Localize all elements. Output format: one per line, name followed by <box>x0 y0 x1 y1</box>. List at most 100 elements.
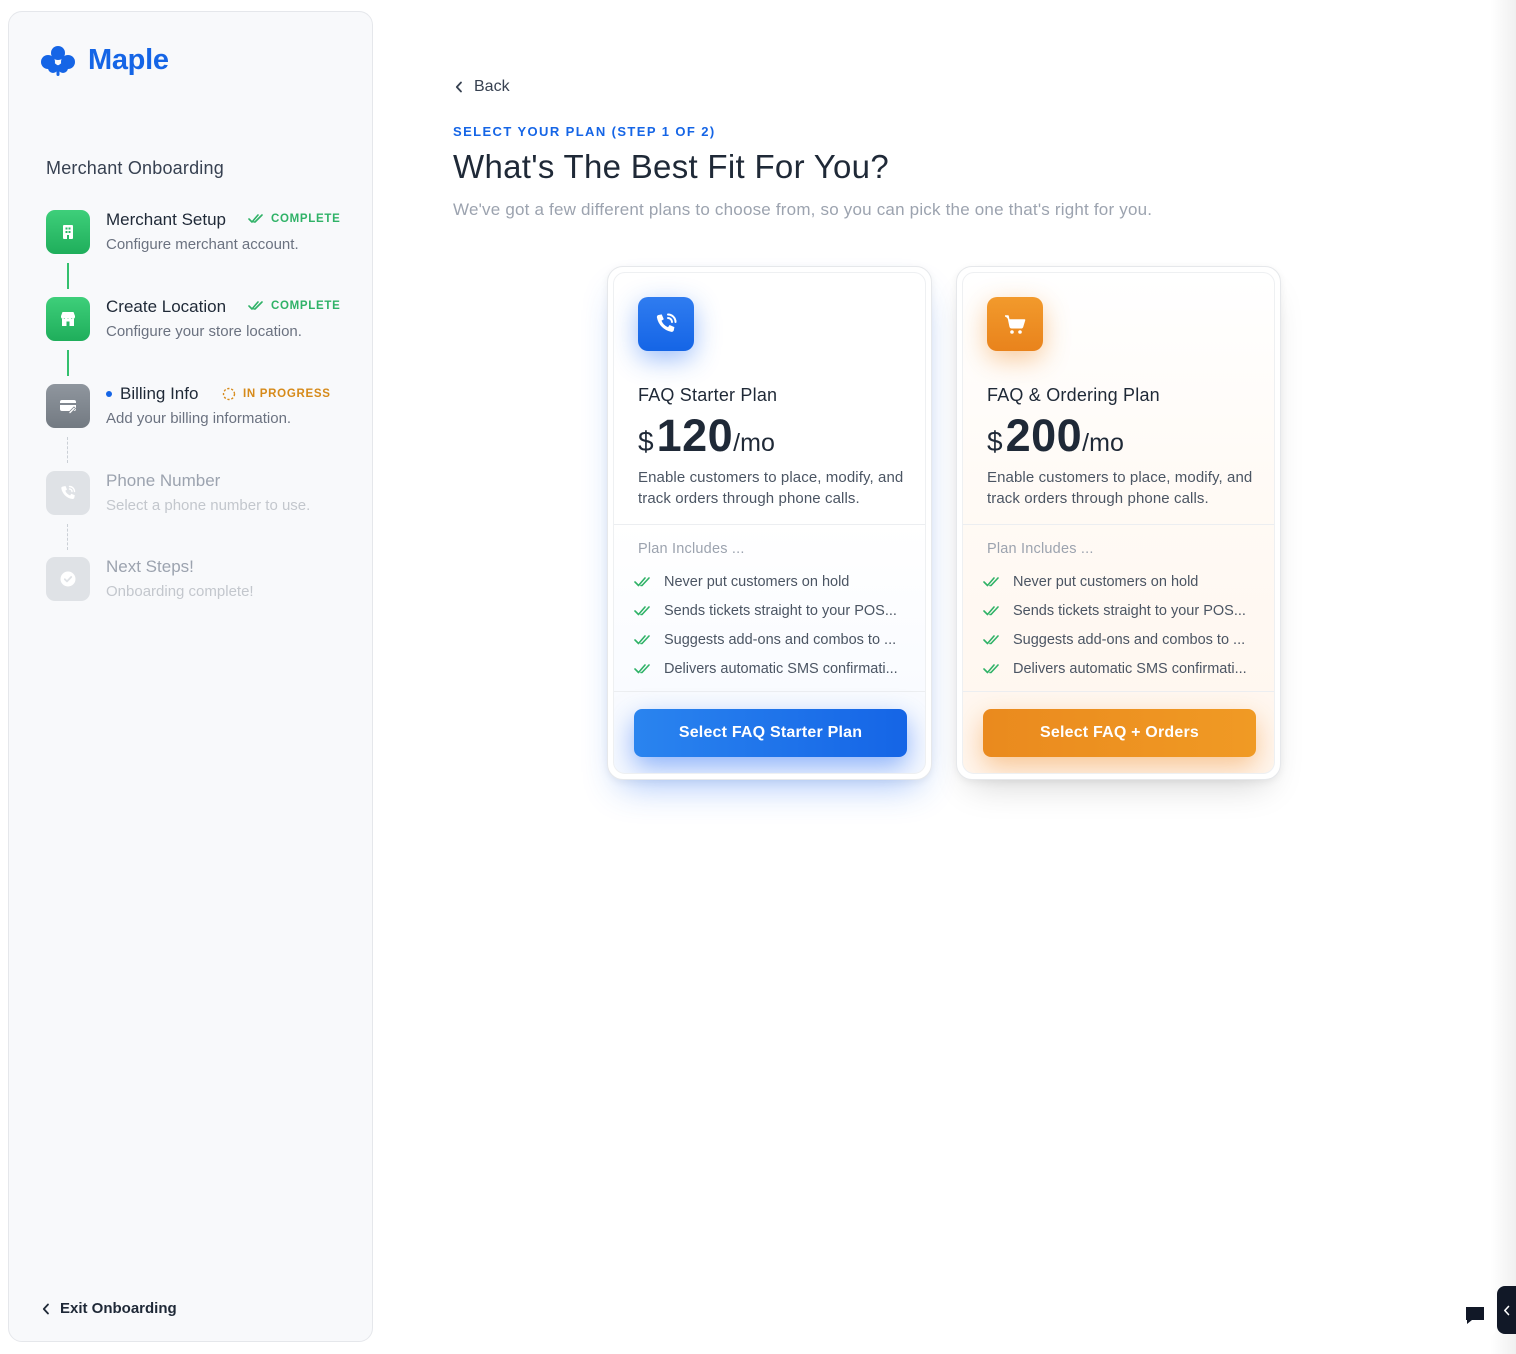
divider <box>614 524 925 525</box>
feature-item: Delivers automatic SMS confirmati... <box>634 654 898 683</box>
feature-text: Suggests add-ons and combos to ... <box>664 631 897 648</box>
side-panel-toggle[interactable] <box>1497 1286 1516 1334</box>
step-name-label: Billing Info <box>120 384 199 403</box>
step-eyebrow: SELECT YOUR PLAN (STEP 1 OF 2) <box>453 124 716 139</box>
plan-card-body: FAQ & Ordering Plan $ 200 /mo Enable cus… <box>962 272 1275 774</box>
billing-card-icon <box>46 384 90 428</box>
step-name: Billing Info <box>106 384 198 404</box>
double-check-icon <box>983 576 999 586</box>
chevron-left-icon <box>42 1303 49 1314</box>
plan-name: FAQ & Ordering Plan <box>987 385 1160 405</box>
step-merchant-setup[interactable]: Merchant Setup COMPLETE Configure mercha… <box>46 210 366 270</box>
edge-shadow <box>1490 0 1516 1354</box>
double-check-icon <box>634 634 650 644</box>
step-billing-info[interactable]: Billing Info IN PROGRESS Add your billin… <box>46 384 366 444</box>
page-subtitle: We've got a few different plans to choos… <box>453 200 1153 219</box>
status-badge: IN PROGRESS <box>222 387 331 401</box>
divider <box>614 691 925 692</box>
plan-includes-label: Plan Includes ... <box>638 541 745 557</box>
double-check-icon <box>983 634 999 644</box>
feature-text: Never put customers on hold <box>1013 573 1199 590</box>
price-amount: 120 <box>656 410 734 461</box>
plan-card-starter: FAQ Starter Plan $ 120 /mo Enable custom… <box>607 266 932 780</box>
feature-item: Never put customers on hold <box>634 567 898 596</box>
page-title: What's The Best Fit For You? <box>453 148 889 185</box>
status-badge: COMPLETE <box>248 213 341 225</box>
step-connector <box>67 437 68 463</box>
feature-text: Sends tickets straight to your POS... <box>1013 602 1246 619</box>
plan-description: Enable customers to place, modify, and t… <box>638 469 904 507</box>
plan-name: FAQ Starter Plan <box>638 385 778 405</box>
step-name: Create Location <box>106 297 227 316</box>
plan-price: $ 200 /mo <box>987 410 1124 462</box>
feature-text: Delivers automatic SMS confirmati... <box>1013 660 1247 677</box>
plan-description: Enable customers to place, modify, and t… <box>987 469 1253 507</box>
step-desc: Add your billing information. <box>106 410 292 427</box>
price-period: /mo <box>1082 429 1124 457</box>
step-connector <box>67 350 69 376</box>
onboarding-sidebar: Maple Merchant Onboarding Merchant Setup… <box>8 11 373 1342</box>
double-check-icon <box>983 605 999 615</box>
price-period: /mo <box>733 429 775 457</box>
plan-price: $ 120 /mo <box>638 410 775 462</box>
feature-item: Delivers automatic SMS confirmati... <box>983 654 1247 683</box>
brand-logo[interactable]: Maple <box>40 44 169 77</box>
step-connector <box>67 263 69 289</box>
plan-card-ordering: FAQ & Ordering Plan $ 200 /mo Enable cus… <box>956 266 1281 780</box>
select-ordering-plan-button[interactable]: Select FAQ + Orders <box>983 709 1256 757</box>
phone-call-icon <box>46 471 90 515</box>
plan-includes-label: Plan Includes ... <box>987 541 1094 557</box>
feature-list: Never put customers on hold Sends ticket… <box>983 567 1247 683</box>
double-check-icon <box>634 605 650 615</box>
feature-text: Never put customers on hold <box>664 573 850 590</box>
step-connector <box>67 524 68 550</box>
back-label: Back <box>474 78 510 95</box>
double-check-icon <box>248 214 263 223</box>
storefront-icon <box>46 297 90 341</box>
feature-item: Suggests add-ons and combos to ... <box>983 625 1247 654</box>
brand-name: Maple <box>88 44 169 76</box>
step-desc: Configure your store location. <box>106 323 302 340</box>
step-next-steps[interactable]: Next Steps! Onboarding complete! <box>46 557 366 617</box>
step-phone-number[interactable]: Phone Number Select a phone number to us… <box>46 471 366 531</box>
feature-text: Sends tickets straight to your POS... <box>664 602 897 619</box>
step-desc: Onboarding complete! <box>106 583 254 600</box>
status-label: IN PROGRESS <box>243 388 331 400</box>
feature-item: Sends tickets straight to your POS... <box>983 596 1247 625</box>
status-label: COMPLETE <box>271 213 341 225</box>
sidebar-title: Merchant Onboarding <box>46 158 224 178</box>
feature-item: Sends tickets straight to your POS... <box>634 596 898 625</box>
phone-call-icon <box>638 297 694 351</box>
shopping-cart-icon <box>987 297 1043 351</box>
chat-bubble-icon <box>1466 1307 1484 1324</box>
feature-item: Suggests add-ons and combos to ... <box>634 625 898 654</box>
status-label: COMPLETE <box>271 300 341 312</box>
divider <box>963 691 1274 692</box>
double-check-icon <box>634 663 650 673</box>
back-button[interactable]: Back <box>455 78 510 96</box>
select-starter-plan-button[interactable]: Select FAQ Starter Plan <box>634 709 907 757</box>
divider <box>963 524 1274 525</box>
double-check-icon <box>983 663 999 673</box>
maple-leaf-icon <box>41 45 75 76</box>
feature-item: Never put customers on hold <box>983 567 1247 596</box>
exit-onboarding-link[interactable]: Exit Onboarding <box>42 1300 177 1317</box>
step-create-location[interactable]: Create Location COMPLETE Configure your … <box>46 297 366 357</box>
exit-label: Exit Onboarding <box>60 1300 177 1317</box>
chevron-left-icon <box>455 81 462 93</box>
feature-list: Never put customers on hold Sends ticket… <box>634 567 898 683</box>
building-icon <box>46 210 90 254</box>
price-amount: 200 <box>1005 410 1083 461</box>
plan-card-body: FAQ Starter Plan $ 120 /mo Enable custom… <box>613 272 926 774</box>
check-circle-icon <box>46 557 90 601</box>
step-desc: Select a phone number to use. <box>106 497 311 514</box>
double-check-icon <box>634 576 650 586</box>
step-name: Phone Number <box>106 471 221 490</box>
loading-spinner-icon <box>222 387 236 401</box>
current-step-dot <box>106 391 112 397</box>
feature-text: Suggests add-ons and combos to ... <box>1013 631 1246 648</box>
status-badge: COMPLETE <box>248 300 341 312</box>
feature-text: Delivers automatic SMS confirmati... <box>664 660 898 677</box>
chat-button[interactable] <box>1454 1292 1496 1338</box>
step-desc: Configure merchant account. <box>106 236 299 253</box>
